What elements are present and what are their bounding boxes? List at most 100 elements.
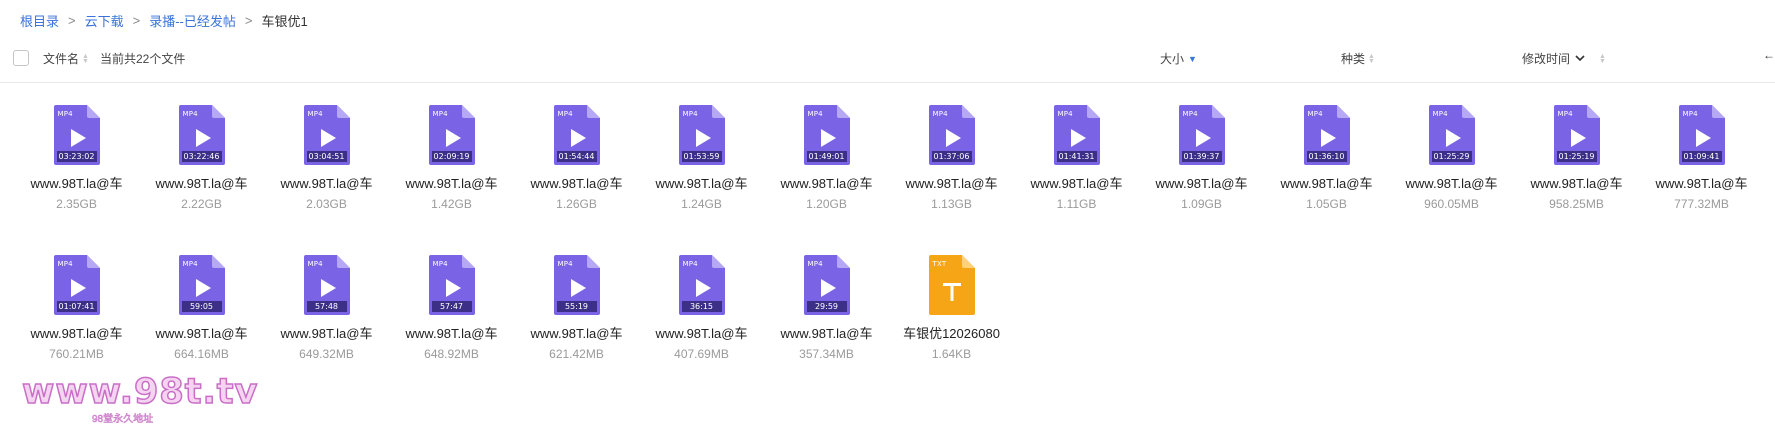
file-size: 649.32MB [299,347,354,361]
file-type-label: MP4 [682,260,698,268]
video-file-icon: MP4 01:25:19 [1553,105,1600,165]
file-name: www.98T.la@车 [405,326,498,341]
name-column-label: 文件名 [43,52,80,66]
modified-column-label: 修改时间 [1522,52,1571,66]
file-type-label: MP4 [557,260,573,268]
breadcrumb-cloud-download[interactable]: 云下载 [85,11,124,30]
file-size: 777.32MB [1674,197,1729,211]
file-item[interactable]: MP4 01:36:10 www.98T.la@车 1.05GB [1264,100,1389,245]
duration-badge: 03:04:51 [306,151,347,162]
file-type-label: MP4 [1432,110,1448,118]
file-item[interactable]: MP4 01:41:31 www.98T.la@车 1.11GB [1014,100,1139,245]
file-name: www.98T.la@车 [1155,176,1248,191]
sort-arrows-icon: ▲ ▼ [1599,52,1606,65]
breadcrumb-root[interactable]: 根目录 [20,11,59,30]
file-type-label: MP4 [1057,110,1073,118]
file-type-label: MP4 [57,260,73,268]
file-size: 664.16MB [174,347,229,361]
file-count: 当前共22个文件 [100,50,185,67]
type-column-label: 种类 [1341,52,1366,66]
duration-badge: 01:39:37 [1181,151,1222,162]
file-item[interactable]: MP4 29:59 www.98T.la@车 357.34MB [764,250,889,395]
file-item[interactable]: MP4 57:48 www.98T.la@车 649.32MB [264,250,389,395]
file-item[interactable]: MP4 01:25:29 www.98T.la@车 960.05MB [1389,100,1514,245]
video-file-icon: MP4 36:15 [678,255,725,315]
file-type-label: MP4 [432,260,448,268]
sort-by-type[interactable]: 种类 ▲ ▼ [1341,50,1375,67]
file-name: www.98T.la@车 [780,176,873,191]
duration-badge: 59:05 [181,301,222,312]
file-item[interactable]: MP4 57:47 www.98T.la@车 648.92MB [389,250,514,395]
file-size: 1.24GB [681,197,722,211]
file-type-label: MP4 [182,260,198,268]
video-file-icon: MP4 01:49:01 [803,105,850,165]
file-size: 1.11GB [1056,197,1097,211]
file-item[interactable]: MP4 03:04:51 www.98T.la@车 2.03GB [264,100,389,245]
duration-badge: 01:54:44 [556,151,597,162]
file-type-label: MP4 [57,110,73,118]
sort-arrows-icon: ▲ ▼ [82,52,89,65]
file-item[interactable]: MP4 55:19 www.98T.la@车 621.42MB [514,250,639,395]
file-item[interactable]: MP4 01:49:01 www.98T.la@车 1.20GB [764,100,889,245]
file-size: 648.92MB [424,347,479,361]
chevron-down-icon [1575,55,1585,62]
video-file-icon: MP4 57:48 [303,255,350,315]
video-file-icon: MP4 03:22:46 [178,105,225,165]
file-name: www.98T.la@车 [155,176,248,191]
file-item[interactable]: MP4 03:22:46 www.98T.la@车 2.22GB [139,100,264,245]
duration-badge: 03:23:02 [56,151,97,162]
sort-by-name[interactable]: 文件名 ▲ ▼ [43,50,89,67]
duration-badge: 01:49:01 [806,151,847,162]
file-type-label: MP4 [682,110,698,118]
video-file-icon: MP4 57:47 [428,255,475,315]
file-type-label: MP4 [557,110,573,118]
breadcrumb-recorded-posted[interactable]: 录播--已经发帖 [149,11,236,30]
duration-badge: 01:25:29 [1431,151,1472,162]
file-item[interactable]: MP4 03:23:02 www.98T.la@车 2.35GB [14,100,139,245]
file-name: www.98T.la@车 [655,326,748,341]
file-item[interactable]: MP4 01:37:06 www.98T.la@车 1.13GB [889,100,1014,245]
file-item[interactable]: MP4 01:53:59 www.98T.la@车 1.24GB [639,100,764,245]
file-size: 357.34MB [799,347,854,361]
duration-badge: 29:59 [806,301,847,312]
watermark-sub-text: 98堂永久地址 [92,414,154,426]
duration-badge: 57:47 [431,301,472,312]
file-size: 1.13GB [931,197,972,211]
file-size: 960.05MB [1424,197,1479,211]
chevron-right-icon: > [68,12,76,28]
video-file-icon: MP4 55:19 [553,255,600,315]
file-name: www.98T.la@车 [1655,176,1748,191]
file-item[interactable]: TXT 车银优12026080 1.64KB [889,250,1014,395]
file-size: 1.26GB [556,197,597,211]
file-item[interactable]: MP4 01:39:37 www.98T.la@车 1.09GB [1139,100,1264,245]
video-file-icon: MP4 01:53:59 [678,105,725,165]
sort-by-modified[interactable]: 修改时间 ▲ ▼ [1522,50,1606,67]
select-all-checkbox[interactable] [13,50,29,66]
file-item[interactable]: MP4 01:54:44 www.98T.la@车 1.26GB [514,100,639,245]
breadcrumb-current-folder: 车银优1 [261,13,308,29]
file-item[interactable]: MP4 01:09:41 www.98T.la@车 777.32MB [1639,100,1764,245]
file-size: 1.05GB [1306,197,1347,211]
file-type-label: MP4 [307,110,323,118]
file-name: www.98T.la@车 [30,326,123,341]
file-size: 760.21MB [49,347,104,361]
arrow-left-icon[interactable]: ← [1763,48,1775,62]
file-type-label: MP4 [1182,110,1198,118]
file-type-label: TXT [932,260,947,268]
duration-badge: 01:25:19 [1556,151,1597,162]
chevron-right-icon: > [132,12,141,28]
size-column-label: 大小 [1160,52,1185,66]
file-item[interactable]: MP4 36:15 www.98T.la@车 407.69MB [639,250,764,395]
file-size: 2.22GB [181,197,222,211]
sort-by-size[interactable]: 大小 ▼ [1160,50,1197,67]
file-item[interactable]: MP4 02:09:19 www.98T.la@车 1.42GB [389,100,514,245]
file-list-header: 文件名 ▲ ▼ 当前共22个文件 大小 ▼ 种类 ▲ ▼ 修改时间 ▲ ▼ ← [0,38,1775,83]
watermark-main-text: www.98t.tv [21,371,259,413]
duration-badge: 57:48 [306,301,347,312]
file-size: 1.09GB [1181,197,1222,211]
file-item[interactable]: MP4 01:25:19 www.98T.la@车 958.25MB [1514,100,1639,245]
file-name: www.98T.la@车 [30,176,123,191]
breadcrumb: 根目录 > 云下载 > 录播--已经发帖 > 车银优1 [20,10,308,30]
video-file-icon: MP4 01:39:37 [1178,105,1225,165]
file-type-label: MP4 [307,260,323,268]
